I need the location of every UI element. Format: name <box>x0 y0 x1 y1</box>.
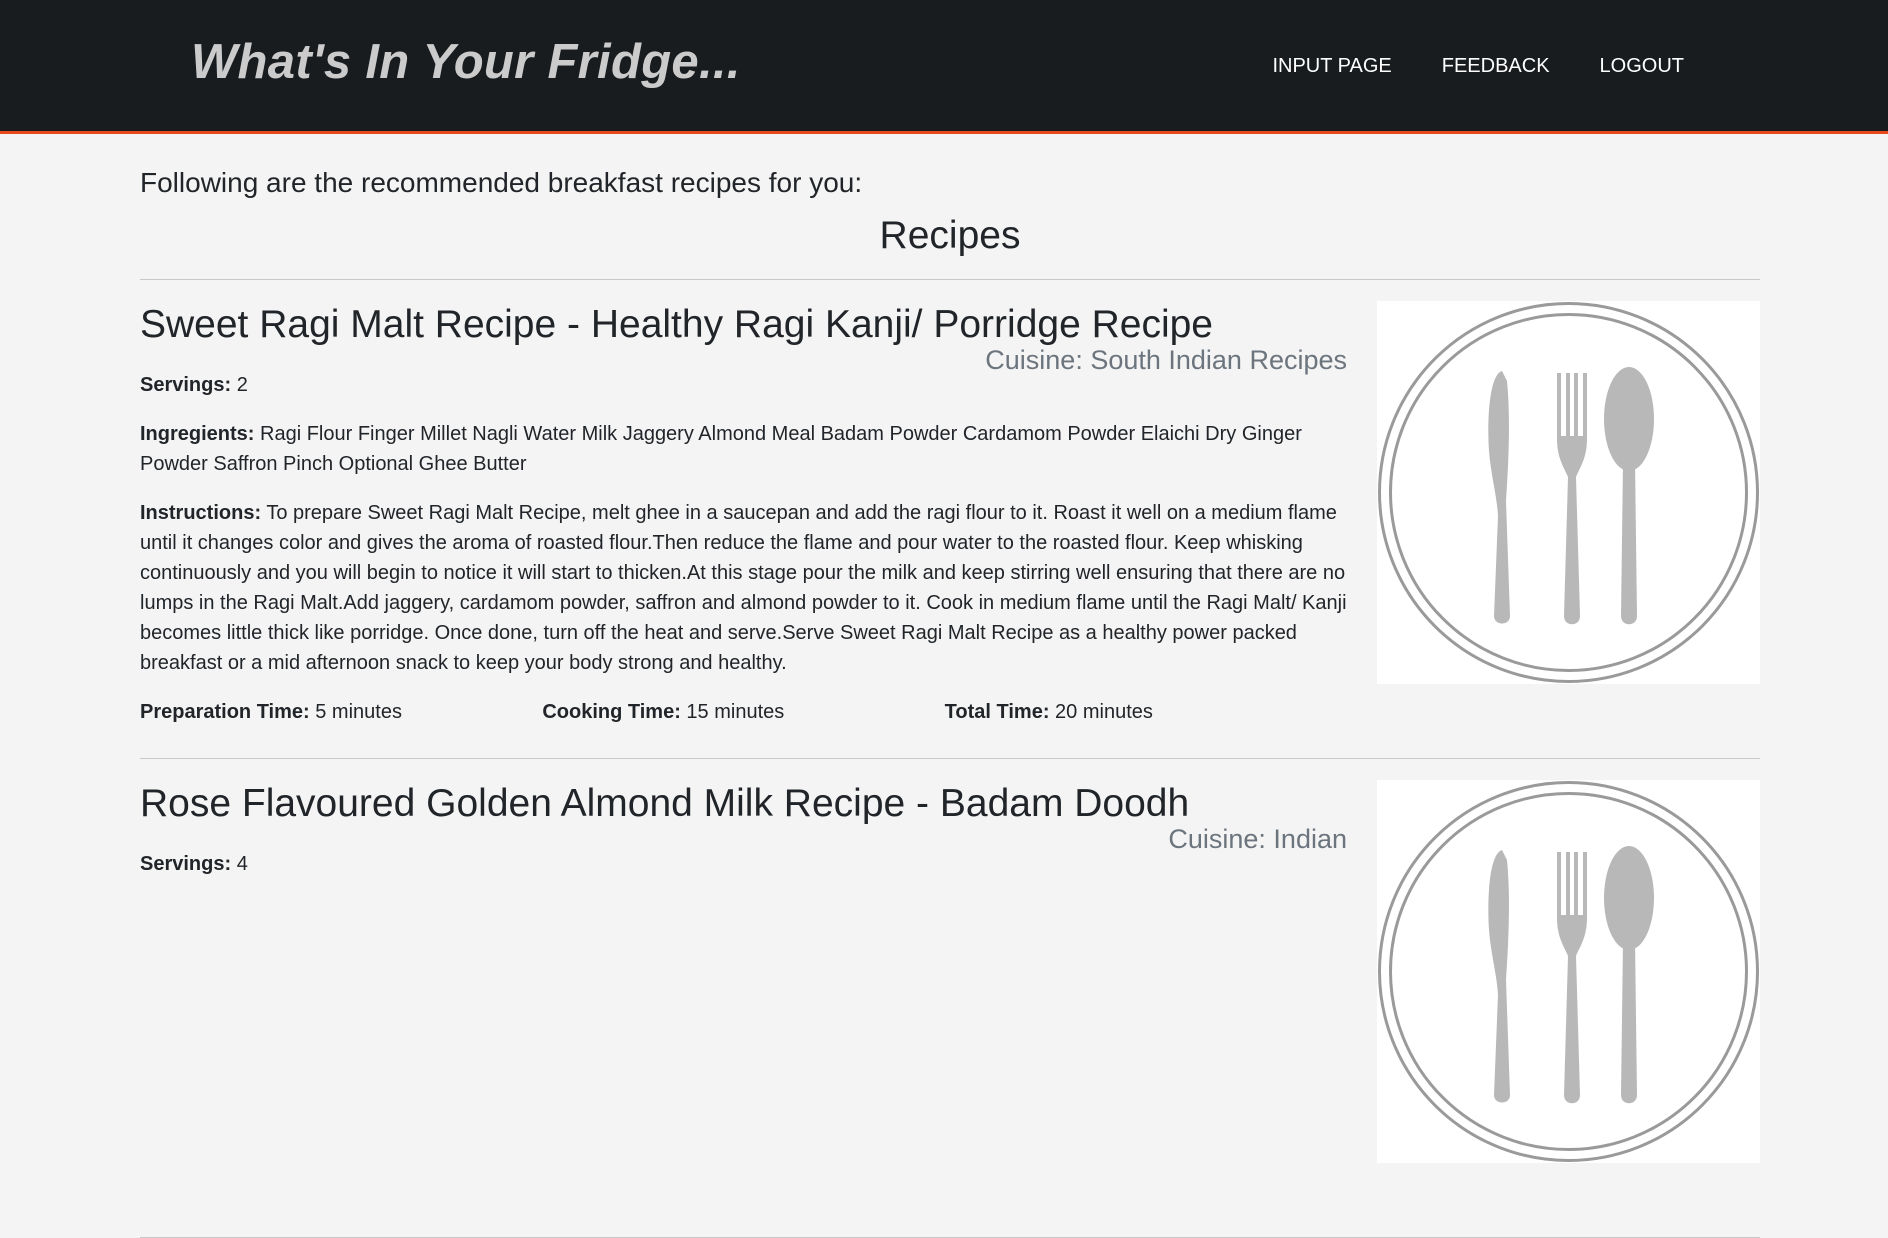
servings-label: Servings: <box>140 853 232 875</box>
total-time-label: Total Time: <box>944 701 1050 723</box>
recipe-times: Preparation Time: 5 minutes Cooking Time… <box>140 697 1347 727</box>
recipe-card: Rose Flavoured Golden Almond Milk Recipe… <box>140 759 1760 1238</box>
intro-text: Following are the recommended breakfast … <box>140 167 863 198</box>
servings-value: 4 <box>236 853 248 875</box>
recipe-title: Rose Flavoured Golden Almond Milk Recipe… <box>140 782 1190 825</box>
recipe-details: Sweet Ragi Malt Recipe - Healthy Ragi Ka… <box>140 280 1347 727</box>
nav-feedback-link[interactable]: FEEDBACK <box>1442 55 1550 78</box>
instructions-label: Instructions: <box>140 502 262 524</box>
total-time: Total Time: 20 minutes <box>945 697 1347 727</box>
site-title[interactable]: What's In Your Fridge... <box>191 34 741 90</box>
prep-time: Preparation Time: 5 minutes <box>140 697 542 727</box>
recipe-instructions: Instructions: To prepare Sweet Ragi Malt… <box>140 498 1347 678</box>
prep-time-label: Preparation Time: <box>140 701 310 723</box>
recipe-card: Sweet Ragi Malt Recipe - Healthy Ragi Ka… <box>140 280 1760 759</box>
plate-cutlery-icon <box>1377 301 1760 684</box>
total-time-value: 20 minutes <box>1055 701 1153 723</box>
cooking-time-label: Cooking Time: <box>542 701 681 723</box>
cooking-time-value: 15 minutes <box>686 701 785 723</box>
main-content: Following are the recommended breakfast … <box>140 134 1760 1238</box>
cooking-time: Cooking Time: 15 minutes <box>542 697 944 727</box>
ingredients-label: Ingregients: <box>140 423 255 445</box>
nav-logout-link[interactable]: LOGOUT <box>1600 55 1684 78</box>
recipe-details: Rose Flavoured Golden Almond Milk Recipe… <box>140 759 1347 879</box>
ingredients-value: Ragi Flour Finger Millet Nagli Water Mil… <box>140 423 1302 475</box>
nav-input-page-link[interactable]: INPUT PAGE <box>1272 55 1391 78</box>
instructions-value: To prepare Sweet Ragi Malt Recipe, melt … <box>140 502 1347 674</box>
servings-label: Servings: <box>140 374 232 396</box>
plate-cutlery-icon <box>1377 780 1760 1163</box>
prep-time-value: 5 minutes <box>315 701 402 723</box>
navbar: What's In Your Fridge... INPUT PAGE FEED… <box>0 0 1888 134</box>
recipe-title: Sweet Ragi Malt Recipe - Healthy Ragi Ka… <box>140 303 1213 346</box>
recipe-servings: Servings: 4 <box>140 849 1347 879</box>
nav-links: INPUT PAGE FEEDBACK LOGOUT <box>1272 55 1684 78</box>
servings-value: 2 <box>236 374 248 396</box>
recipe-ingredients: Ingregients: Ragi Flour Finger Millet Na… <box>140 419 1347 479</box>
section-title: Recipes <box>879 214 1021 257</box>
